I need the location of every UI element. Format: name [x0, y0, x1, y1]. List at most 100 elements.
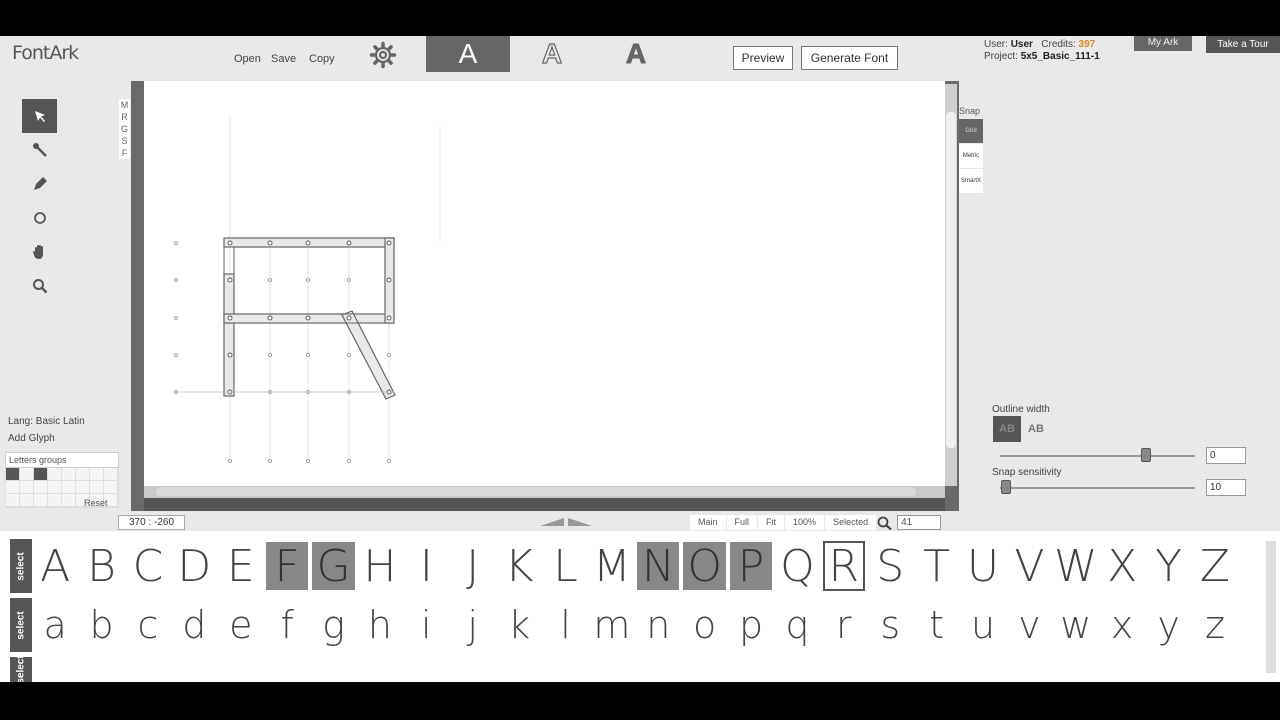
glyph-cell-upper[interactable]: H [357, 539, 403, 593]
glyph-cell-lower[interactable]: f [264, 598, 310, 652]
zoom-100-button[interactable]: 100% [785, 515, 825, 530]
glyph-cell-upper[interactable]: S [867, 539, 913, 593]
glyph-cell-lower[interactable]: h [357, 598, 403, 652]
glyph-cell-lower[interactable]: u [960, 598, 1006, 652]
glyph-cell-lower[interactable]: q [774, 598, 820, 652]
zoom-tool[interactable] [22, 269, 57, 303]
snap-sensitivity-input[interactable]: 10 [1206, 479, 1246, 496]
glyph-cell-upper[interactable]: Q [774, 539, 820, 593]
vertical-scrollbar[interactable] [946, 112, 956, 448]
layer-s[interactable]: S [119, 135, 130, 147]
glyph-cell-lower[interactable]: l [542, 598, 588, 652]
select-lowercase-button[interactable]: select [10, 598, 32, 652]
zoom-main-button[interactable]: Main [690, 515, 726, 530]
mode-filled-button[interactable]: A [426, 36, 510, 72]
layer-m[interactable]: M [119, 99, 130, 111]
gear-icon[interactable] [369, 41, 397, 69]
group-cell[interactable] [90, 481, 104, 494]
glyph-cell-upper[interactable]: D [171, 539, 217, 593]
glyph-cell-upper[interactable]: L [542, 539, 588, 593]
glyph-nav-arrows[interactable] [536, 516, 596, 528]
zoom-fit-button[interactable]: Fit [758, 515, 785, 530]
group-cell[interactable] [34, 481, 48, 494]
snap-sensitivity-slider[interactable] [1001, 480, 1011, 494]
glyph-cell-upper[interactable]: X [1099, 539, 1145, 593]
group-cell[interactable] [62, 481, 76, 494]
glyph-cell-upper[interactable]: K [496, 539, 542, 593]
group-cell[interactable] [34, 494, 48, 507]
save-link[interactable]: Save [271, 53, 296, 65]
glyph-editor-drawing[interactable] [144, 81, 945, 486]
glyph-cell-upper[interactable]: P [729, 541, 773, 592]
group-cell[interactable] [48, 481, 62, 494]
glyph-cell-lower[interactable]: j [450, 598, 496, 652]
glyph-cell-upper[interactable]: A [32, 539, 78, 593]
glyph-cell-upper[interactable]: G [312, 541, 355, 592]
glyph-cell-upper[interactable]: C [125, 539, 171, 593]
glyph-cell-lower[interactable]: c [125, 598, 171, 652]
group-cell[interactable] [6, 494, 20, 507]
select-third-row-button[interactable]: select [10, 657, 32, 682]
language-label[interactable]: Lang: Basic Latin [8, 416, 85, 427]
layer-r[interactable]: R [119, 111, 130, 123]
group-cell[interactable] [48, 468, 62, 481]
snap-grid-toggle[interactable]: Grid [959, 119, 983, 143]
letters-scrollbar[interactable] [1266, 541, 1276, 673]
glyph-cell-lower[interactable]: g [310, 598, 356, 652]
open-link[interactable]: Open [234, 53, 261, 65]
group-cell[interactable] [48, 494, 62, 507]
glyph-cell-lower[interactable]: i [403, 598, 449, 652]
node-tool[interactable] [22, 133, 57, 167]
glyph-cell-lower[interactable]: w [1053, 598, 1099, 652]
layer-g[interactable]: G [119, 123, 130, 135]
outline-width-slider[interactable] [1141, 448, 1152, 462]
preview-button[interactable]: Preview [733, 46, 793, 70]
glyph-cell-lower[interactable]: d [171, 598, 217, 652]
glyph-cell-upper[interactable]: I [403, 539, 449, 593]
glyph-cell-lower[interactable]: n [635, 598, 681, 652]
outline-filled-toggle[interactable]: AB [993, 416, 1021, 442]
glyph-cell-upper[interactable]: N [637, 541, 680, 592]
glyph-cell-upper[interactable]: Z [1192, 539, 1238, 593]
group-cell[interactable] [20, 481, 34, 494]
horizontal-scrollbar[interactable] [156, 487, 916, 496]
glyph-cell-lower[interactable]: a [32, 598, 78, 652]
glyph-cell-upper[interactable]: V [1006, 539, 1052, 593]
group-cell[interactable] [20, 468, 34, 481]
glyph-cell-lower[interactable]: m [589, 598, 635, 652]
hand-tool[interactable] [22, 235, 57, 269]
group-cell[interactable] [62, 494, 76, 507]
layer-f[interactable]: F [119, 147, 130, 159]
glyph-cell-lower[interactable]: x [1099, 598, 1145, 652]
glyph-cell-lower[interactable]: k [496, 598, 542, 652]
glyph-cell-upper[interactable]: M [589, 539, 635, 593]
group-cell[interactable] [76, 481, 90, 494]
glyph-cell-upper[interactable]: W [1053, 539, 1099, 593]
circle-tool[interactable] [22, 201, 57, 235]
generate-font-button[interactable]: Generate Font [801, 46, 898, 70]
glyph-cell-lower[interactable]: y [1145, 598, 1191, 652]
glyph-cell-lower[interactable]: b [78, 598, 124, 652]
glyph-cell-upper[interactable]: J [450, 539, 496, 593]
glyph-cell-upper[interactable]: Y [1145, 539, 1191, 593]
glyph-cell-upper[interactable]: E [218, 539, 264, 593]
select-arrow-tool[interactable] [22, 99, 57, 133]
group-cell[interactable] [62, 468, 76, 481]
glyph-cell-lower[interactable]: e [218, 598, 264, 652]
glyph-cell-upper[interactable]: F [265, 541, 309, 592]
glyph-cell-lower[interactable]: z [1192, 598, 1238, 652]
group-cell[interactable] [6, 481, 20, 494]
group-cell[interactable] [76, 468, 90, 481]
mode-outline-button[interactable]: A [510, 36, 594, 72]
pen-tool[interactable] [22, 167, 57, 201]
outline-width-input[interactable]: 0 [1206, 447, 1246, 464]
group-cell[interactable] [6, 468, 20, 481]
group-cell[interactable] [104, 468, 118, 481]
glyph-cell-lower[interactable]: t [913, 598, 959, 652]
glyph-cell-lower[interactable]: v [1006, 598, 1052, 652]
glyph-cell-upper[interactable]: U [960, 539, 1006, 593]
glyph-cell-lower[interactable]: o [681, 598, 727, 652]
group-cell[interactable] [104, 481, 118, 494]
group-cell[interactable] [34, 468, 48, 481]
zoom-full-button[interactable]: Full [726, 515, 758, 530]
